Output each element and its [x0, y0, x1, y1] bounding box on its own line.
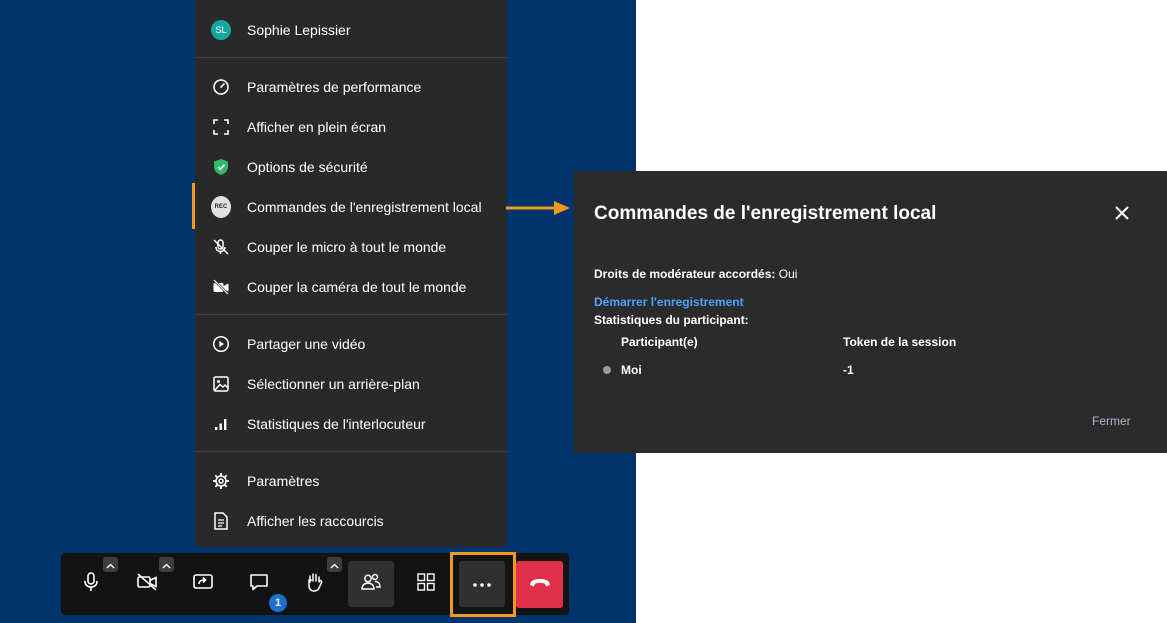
close-icon[interactable] — [1114, 205, 1130, 221]
menu-separator — [195, 57, 507, 58]
menu-item-user[interactable]: SL Sophie Lepissier — [195, 10, 507, 50]
menu-item-label: Couper le micro à tout le monde — [247, 239, 447, 255]
menu-item-shortcuts[interactable]: Afficher les raccourcis — [195, 501, 507, 541]
image-icon — [211, 374, 231, 394]
microphone-options-caret[interactable] — [103, 557, 118, 572]
close-button[interactable]: Fermer — [1092, 414, 1131, 428]
menu-item-local-recording[interactable]: REC Commandes de l'enregistrement local — [195, 187, 507, 227]
menu-item-stop-everyone-video[interactable]: Couper la caméra de tout le monde — [195, 267, 507, 307]
menu-separator — [195, 314, 507, 315]
column-header-token: Token de la session — [843, 335, 957, 349]
participant-stats-title: Statistiques du participant: — [594, 313, 749, 327]
user-name: Sophie Lepissier — [247, 22, 351, 38]
chevron-up-icon — [330, 556, 339, 574]
menu-item-label: Afficher les raccourcis — [247, 513, 384, 529]
gauge-icon — [211, 77, 231, 97]
tile-view-button[interactable] — [403, 561, 449, 607]
chevron-up-icon — [162, 556, 171, 574]
chevron-up-icon — [106, 556, 115, 574]
microphone-icon — [81, 571, 101, 598]
menu-item-label: Options de sécurité — [247, 159, 368, 175]
menu-item-select-background[interactable]: Sélectionner un arrière-plan — [195, 364, 507, 404]
menu-item-fullscreen[interactable]: Afficher en plein écran — [195, 107, 507, 147]
menu-item-security[interactable]: Options de sécurité — [195, 147, 507, 187]
hangup-icon — [528, 576, 552, 594]
rec-icon: REC — [211, 196, 231, 218]
menu-item-settings[interactable]: Paramètres — [195, 461, 507, 501]
session-token: -1 — [843, 363, 854, 377]
gear-icon — [211, 471, 231, 491]
dialog-title: Commandes de l'enregistrement local — [594, 203, 937, 224]
reactions-options-caret[interactable] — [327, 557, 342, 572]
document-icon — [211, 511, 231, 531]
menu-item-performance[interactable]: Paramètres de performance — [195, 67, 507, 107]
menu-separator — [195, 451, 507, 452]
menu-item-label: Commandes de l'enregistrement local — [247, 199, 482, 215]
avatar-initials: SL — [211, 20, 231, 40]
more-button-highlight — [450, 552, 516, 617]
camera-off-icon — [211, 277, 231, 297]
local-recording-dialog: Commandes de l'enregistrement local Droi… — [574, 171, 1167, 453]
tile-view-icon — [416, 572, 436, 597]
start-recording-link[interactable]: Démarrer l'enregistrement — [594, 295, 744, 309]
moderator-label: Droits de modérateur accordés: — [594, 267, 776, 281]
status-dot — [603, 366, 611, 374]
overflow-menu: SL Sophie Lepissier Paramètres de perfor… — [195, 0, 507, 547]
rec-badge: REC — [211, 196, 231, 218]
screen-share-button[interactable] — [180, 561, 226, 607]
hangup-button[interactable] — [516, 561, 563, 608]
avatar: SL — [211, 20, 231, 40]
moderator-rights: Droits de modérateur accordés: Oui — [594, 267, 797, 281]
chat-badge: 1 — [269, 594, 287, 612]
chat-icon — [248, 572, 270, 597]
menu-item-label: Couper la caméra de tout le monde — [247, 279, 467, 295]
participants-icon — [360, 572, 382, 597]
camera-off-icon — [136, 572, 158, 597]
menu-item-label: Partager une vidéo — [247, 336, 366, 352]
participant-name: Moi — [621, 363, 642, 377]
column-header-participant: Participant(e) — [621, 335, 698, 349]
moderator-value: Oui — [778, 267, 798, 281]
signal-bars-icon — [211, 414, 231, 434]
annotation-arrow — [506, 201, 570, 215]
play-circle-icon — [211, 334, 231, 354]
mic-off-icon — [211, 237, 231, 257]
participants-button[interactable] — [348, 561, 394, 607]
menu-item-label: Afficher en plein écran — [247, 119, 387, 135]
menu-item-label: Statistiques de l'interlocuteur — [247, 416, 426, 432]
menu-item-label: Sélectionner un arrière-plan — [247, 376, 420, 392]
menu-item-speaker-stats[interactable]: Statistiques de l'interlocuteur — [195, 404, 507, 444]
menu-item-mute-everyone[interactable]: Couper le micro à tout le monde — [195, 227, 507, 267]
raise-hand-icon — [305, 571, 325, 598]
camera-options-caret[interactable] — [159, 557, 174, 572]
fullscreen-icon — [211, 117, 231, 137]
screen-share-icon — [192, 573, 214, 596]
menu-item-label: Paramètres — [247, 473, 320, 489]
menu-item-share-video[interactable]: Partager une vidéo — [195, 324, 507, 364]
menu-item-label: Paramètres de performance — [247, 79, 422, 95]
shield-icon — [211, 157, 231, 177]
